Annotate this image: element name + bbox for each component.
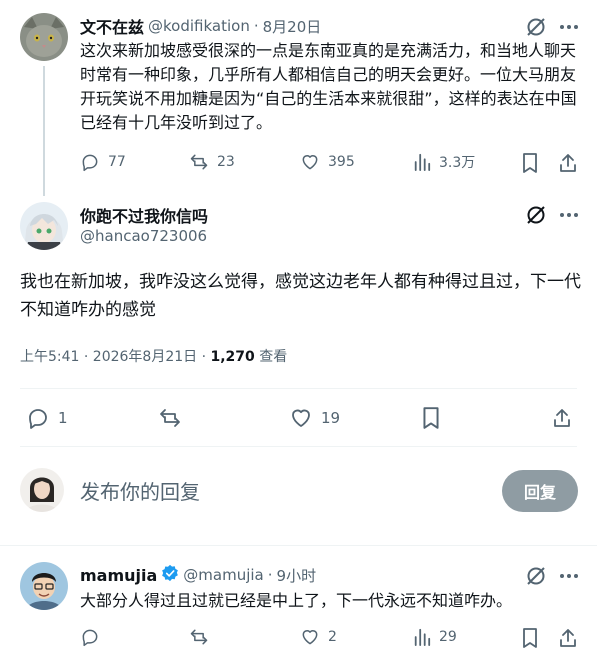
reply-icon [29, 409, 47, 429]
repost-count: 23 [217, 154, 235, 170]
more-icon[interactable] [558, 18, 580, 36]
share-icon[interactable] [558, 152, 578, 174]
dot-separator: · [253, 17, 259, 35]
like-button[interactable]: 19 [289, 406, 340, 430]
dot-separator: · [267, 566, 273, 584]
avatar-kodifikation[interactable] [20, 13, 68, 61]
verified-badge-icon [161, 564, 179, 586]
reply-button-label: 回复 [523, 483, 556, 502]
share-icon[interactable] [558, 627, 578, 649]
reply-input[interactable]: 发布你的回复 [80, 476, 200, 505]
author-name[interactable]: 你跑不过我你信吗 [80, 203, 208, 227]
tweet-text: 大部分人得过且过就已经是中上了，下一代永远不知道咋办。 [80, 591, 513, 610]
view-label: 查看 [254, 349, 288, 365]
like-count: 19 [321, 409, 341, 427]
views-button[interactable]: 29 [413, 627, 457, 647]
bookmark-icon[interactable] [420, 406, 442, 430]
heart-icon [292, 409, 310, 427]
reply-button[interactable]: 77 [80, 152, 126, 172]
views-icon [414, 153, 431, 171]
avatar-mamujia[interactable] [20, 562, 68, 610]
reply-count: 77 [108, 154, 126, 170]
divider [20, 388, 577, 389]
like-button[interactable]: 2 [300, 627, 337, 647]
bookmark-icon[interactable] [521, 627, 539, 649]
tweet-date[interactable]: 8月20日 [263, 16, 322, 37]
avatar-hancao[interactable] [20, 202, 68, 250]
reply-count: 1 [58, 409, 68, 427]
like-count: 2 [328, 629, 337, 645]
views-icon [414, 628, 431, 646]
divider [20, 446, 577, 447]
reply-icon [82, 154, 98, 172]
repost-icon[interactable] [158, 406, 182, 430]
share-icon[interactable] [552, 406, 572, 430]
author-handle[interactable]: @hancao723006 [80, 227, 207, 245]
author-handle[interactable]: @kodifikation [148, 17, 250, 35]
grok-icon[interactable] [525, 16, 547, 38]
thread-line [43, 66, 45, 196]
views-button[interactable]: 3.3万 [413, 152, 475, 172]
author-handle[interactable]: @mamujia [183, 566, 263, 584]
more-icon[interactable] [558, 206, 580, 224]
like-button[interactable]: 395 [300, 152, 355, 172]
view-count: 1,270 [210, 349, 255, 365]
reply-submit-button[interactable]: 回复 [502, 470, 578, 512]
author-name[interactable]: 文不在兹 [80, 14, 144, 38]
tweet-text: 我也在新加坡，我咋没这么觉得，感觉这边老年人都有种得过且过，下一代不知道咋办的感… [20, 272, 581, 320]
more-icon[interactable] [558, 567, 580, 585]
heart-icon [302, 630, 318, 645]
heart-icon [302, 155, 318, 170]
views-count: 29 [439, 629, 457, 645]
like-count: 395 [328, 154, 355, 170]
repost-button[interactable]: 23 [189, 152, 235, 172]
repost-icon[interactable] [189, 627, 209, 647]
reply-icon[interactable] [80, 627, 100, 647]
grok-icon[interactable] [525, 565, 547, 587]
views-count: 3.3万 [439, 155, 476, 171]
bookmark-icon[interactable] [521, 152, 539, 174]
repost-icon [190, 154, 208, 170]
grok-icon[interactable] [525, 204, 547, 226]
divider [0, 545, 597, 546]
tweet-timestamp[interactable]: 上午5:41 · 2026年8月21日 · [20, 349, 211, 365]
author-name[interactable]: mamujia [80, 566, 157, 585]
tweet-text: 这次来新加坡感受很深的一点是东南亚真的是充满活力，和当地人聊天时常有一种印象，几… [80, 41, 577, 132]
my-avatar[interactable] [20, 468, 64, 512]
tweet-time[interactable]: 9小时 [277, 565, 317, 586]
reply-button[interactable]: 1 [26, 406, 68, 430]
tweet-meta: 上午5:41 · 2026年8月21日 · 1,270 查看 [20, 346, 287, 366]
